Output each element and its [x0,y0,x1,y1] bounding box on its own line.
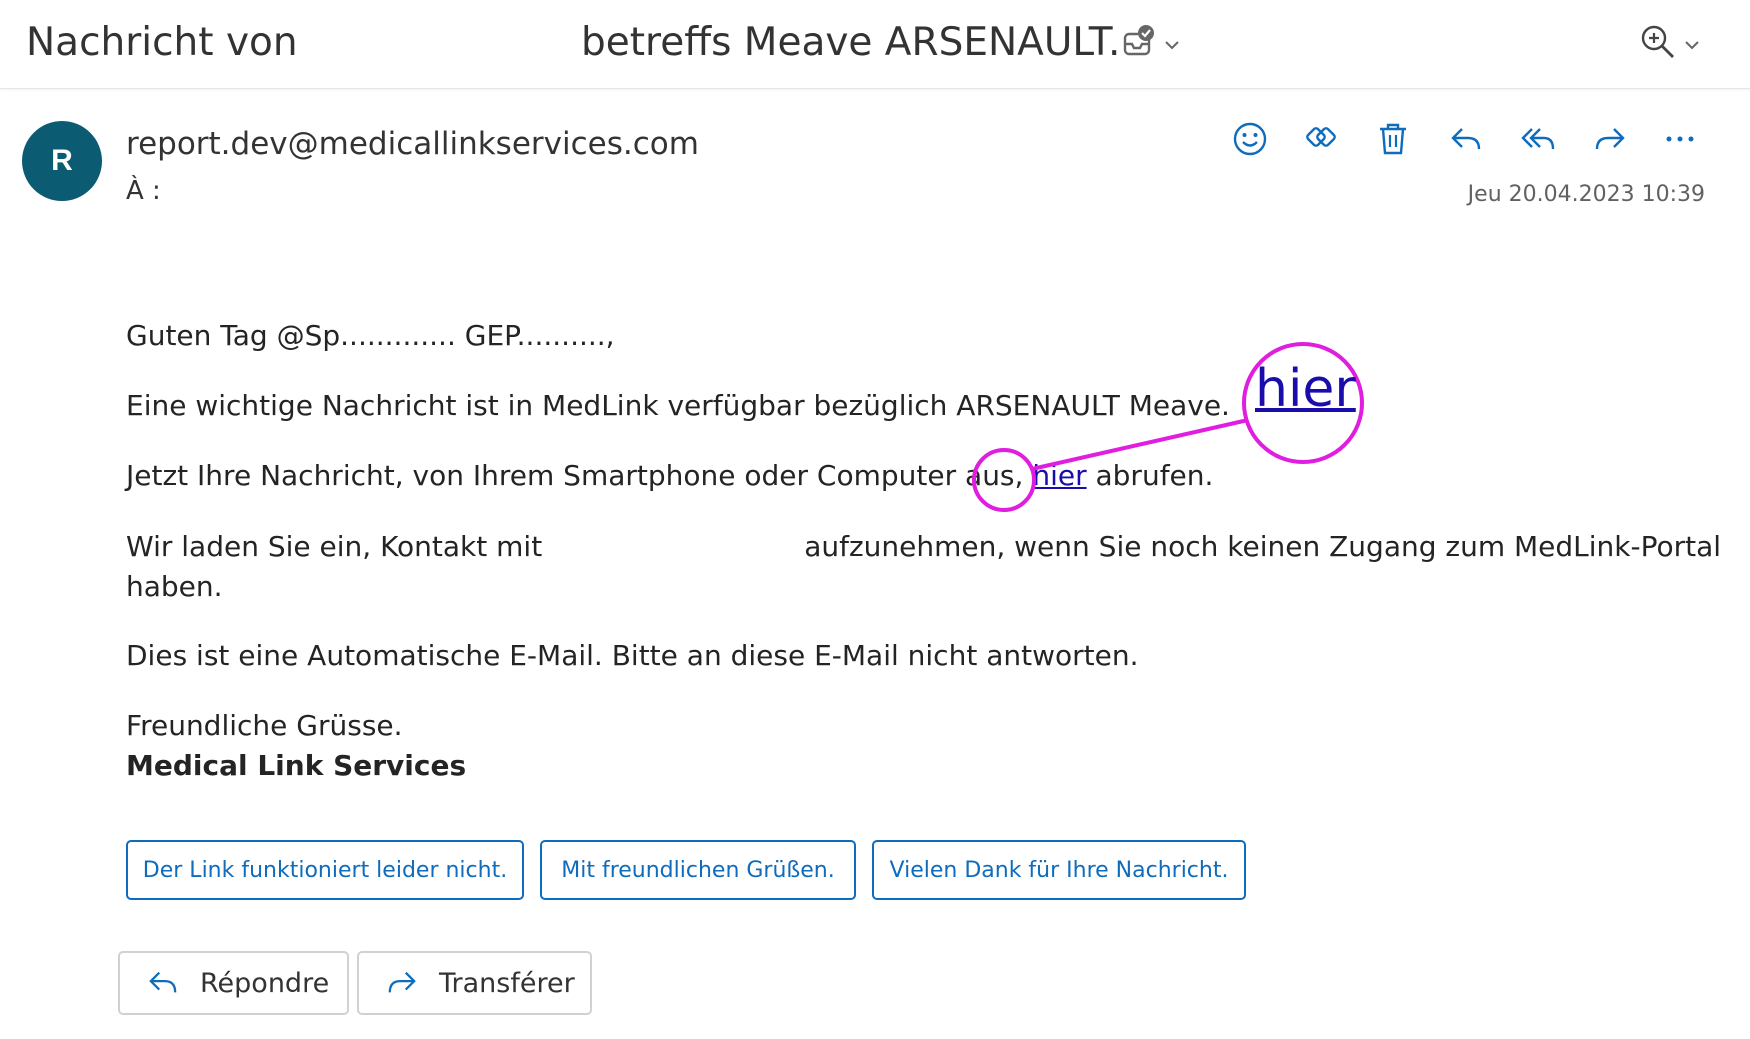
body-paragraph: Eine wichtige Nachricht ist in MedLink v… [126,389,1230,422]
quick-reply-button[interactable]: Vielen Dank für Ihre Nachricht. [872,840,1246,900]
email-reading-pane: Nachricht von betreffs Meave ARSENAULT. [0,0,1750,1039]
sweep-icon[interactable] [1304,118,1376,160]
summary-icon[interactable] [1122,24,1156,64]
closing-line: Freundliche Grüsse. [126,709,403,742]
sender-address[interactable]: report.dev@medicallinkservices.com [126,126,699,162]
sent-date: Jeu 20.04.2023 10:39 [1467,182,1705,207]
avatar[interactable]: R [22,121,102,201]
body-paragraph: Dies ist eine Automatische E-Mail. Bitte… [126,639,1139,672]
subject-tools [1122,24,1180,64]
body-text-segment: Jetzt Ihre Nachricht, von Ihrem Smartpho… [126,459,1024,492]
forward-button[interactable]: Transférer [357,951,592,1015]
forward-icon [388,971,416,993]
body-paragraph: Jetzt Ihre Nachricht, von Ihrem Smartpho… [126,456,1213,496]
chevron-down-icon[interactable] [1684,35,1700,54]
zoom-icon[interactable] [1640,24,1676,64]
reply-all-icon[interactable] [1520,118,1592,160]
reply-button[interactable]: Répondre [118,951,349,1015]
subject-bar: Nachricht von betreffs Meave ARSENAULT. [0,0,1750,89]
delete-icon[interactable] [1376,118,1448,160]
smiley-icon[interactable] [1232,118,1304,160]
quick-reply-button[interactable]: Der Link funktioniert leider nicht. [126,840,524,900]
zoom-tools [1640,24,1700,64]
greeting-line: Guten Tag @Sp............. GEP..........… [126,319,615,352]
body-paragraph-continuation: haben. [126,570,223,603]
quick-reply-button[interactable]: Mit freundlichen Grüßen. [540,840,856,900]
signature: Medical Link Services [126,749,467,782]
body-text-segment: Wir laden Sie ein, Kontakt mit [126,530,543,563]
subject-title-end: betreffs Meave ARSENAULT. [581,20,1121,65]
forward-button-label: Transférer [439,967,575,999]
hier-link[interactable]: hier [1032,459,1086,492]
chevron-down-icon[interactable] [1164,35,1180,54]
recipient-label: À : [126,176,161,206]
body-paragraph: Wir laden Sie ein, Kontakt mit aufzunehme… [126,527,1721,567]
body-text-segment: aufzunehmen, wenn Sie noch keinen Zugang… [804,530,1722,563]
body-text-segment: abrufen. [1095,459,1214,492]
reply-button-label: Répondre [200,967,330,999]
subject-title-start: Nachricht von [26,20,298,65]
reply-icon[interactable] [1448,118,1520,160]
forward-icon[interactable] [1592,118,1664,160]
annotation-zoom-text: hier [1255,359,1356,419]
more-options-icon[interactable] [1664,118,1736,160]
reply-icon [149,971,177,993]
message-actions [1232,118,1736,160]
